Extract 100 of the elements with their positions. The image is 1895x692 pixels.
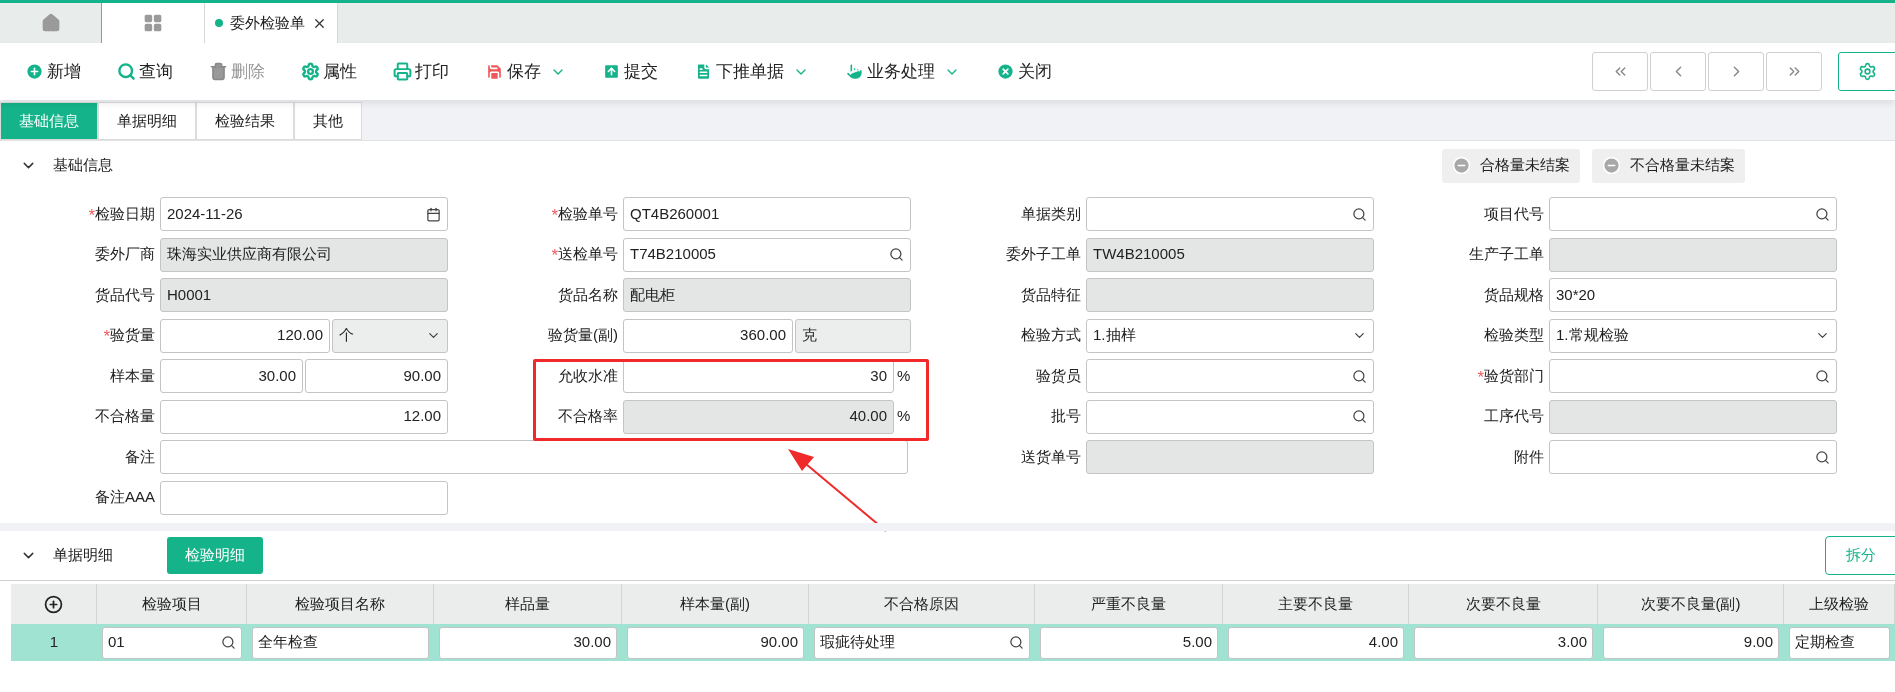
toolbar-button[interactable]: 新增 <box>25 58 81 85</box>
status-button[interactable]: 合格量未结案 <box>1442 148 1580 183</box>
field-label: 货品规格 <box>1484 284 1544 305</box>
input-field[interactable] <box>1086 399 1374 434</box>
first-page-button[interactable] <box>1592 52 1648 91</box>
input-field[interactable] <box>1086 359 1374 393</box>
hand-pointer-icon <box>845 62 864 81</box>
cell-input[interactable]: 定期检查 <box>1789 626 1890 659</box>
cell-input[interactable]: 9.00 <box>1603 626 1779 659</box>
input-field[interactable] <box>1086 440 1374 474</box>
input-field[interactable]: QT4B260001 <box>623 197 911 231</box>
input-field[interactable] <box>1549 237 1837 272</box>
required-mark: * <box>551 206 558 224</box>
cell-input[interactable]: 4.00 <box>1228 626 1404 659</box>
toolbar-button[interactable]: 属性 <box>301 58 357 85</box>
search-icon <box>889 247 904 262</box>
settings-icon <box>1857 62 1877 81</box>
input-field[interactable]: 360.00 <box>623 318 793 353</box>
field-label: 货品名称 <box>558 284 618 305</box>
status-button[interactable]: 不合格量未结案 <box>1592 148 1745 183</box>
input-field[interactable]: 30.00 <box>160 359 303 393</box>
cell-input[interactable]: 90.00 <box>627 626 804 659</box>
section-title: 单据明细 <box>53 545 113 566</box>
input-field[interactable] <box>1086 278 1374 312</box>
toolbar-button[interactable]: 提交 <box>602 58 658 85</box>
select-field[interactable]: 1.常规检验 <box>1549 318 1837 353</box>
printer-icon <box>393 62 412 81</box>
settings-icon <box>301 62 320 81</box>
field-label: 检验类型 <box>1484 325 1544 346</box>
input-field[interactable]: 配电柜 <box>623 278 911 312</box>
document-icon <box>694 62 713 81</box>
cell-input[interactable]: 全年检查 <box>252 626 429 659</box>
cell-input[interactable]: 瑕疵待处理 <box>814 626 1030 659</box>
field-label: 验货部门 <box>1484 365 1544 386</box>
field-label: 货品特征 <box>1021 284 1081 305</box>
input-field[interactable]: TW4B210005 <box>1086 237 1374 272</box>
input-field[interactable]: 12.00 <box>160 399 448 434</box>
input-field[interactable] <box>160 440 908 474</box>
input-field[interactable]: 120.00 <box>160 318 330 353</box>
calendar-icon <box>426 206 441 222</box>
section-tab[interactable]: 其他 <box>294 102 362 140</box>
table-row[interactable]: 1 01 全年检查 30.00 90.00 瑕疵待处理 5.00 4.00 3.00 9.00 定期检查 <box>11 624 1895 661</box>
last-page-button[interactable] <box>1766 52 1822 91</box>
document-tab[interactable]: 委外检验单 <box>204 3 338 43</box>
field-label: 附件 <box>1514 446 1544 467</box>
search-icon <box>1009 635 1024 650</box>
input-field[interactable] <box>160 480 448 515</box>
section-tab[interactable]: 检验结果 <box>196 102 294 140</box>
search-icon <box>1815 449 1830 465</box>
add-row-icon[interactable] <box>44 594 63 614</box>
field-label: 验货量(副) <box>548 325 618 346</box>
input-field[interactable]: 珠海实业供应商有限公司 <box>160 237 448 272</box>
minus-circle-icon <box>1602 156 1621 175</box>
search-icon <box>1352 206 1367 222</box>
cell-input[interactable]: 3.00 <box>1414 626 1593 659</box>
toolbar-button[interactable]: 下推单据 <box>694 58 809 85</box>
input-field[interactable] <box>1549 440 1837 474</box>
input-field[interactable] <box>1086 197 1374 231</box>
row-number: 1 <box>48 632 60 653</box>
toolbar-button[interactable]: 查询 <box>117 58 173 85</box>
toolbar-button[interactable]: 保存 <box>485 58 566 85</box>
select-field[interactable]: 1.抽样 <box>1086 318 1374 353</box>
toolbar-button[interactable]: 打印 <box>393 58 449 85</box>
cell-input[interactable]: 30.00 <box>439 626 617 659</box>
input-field[interactable]: T74B210005 <box>623 237 911 272</box>
field-label: 送检单号 <box>558 244 618 265</box>
input-field[interactable] <box>1549 399 1837 434</box>
tab-label: 委外检验单 <box>230 12 305 33</box>
cell-input[interactable]: 01 <box>102 626 242 659</box>
section-tab[interactable]: 单据明细 <box>98 102 196 140</box>
input-field[interactable] <box>1549 197 1837 231</box>
search-icon <box>221 635 236 650</box>
minus-circle-icon <box>1452 156 1471 175</box>
date-field[interactable]: 2024-11-26 <box>160 197 448 231</box>
input-field[interactable]: 90.00 <box>305 359 448 393</box>
input-field[interactable]: 30*20 <box>1549 278 1837 312</box>
field-label: 检验单号 <box>558 203 618 224</box>
cell-input[interactable]: 5.00 <box>1040 626 1218 659</box>
input-field[interactable]: H0001 <box>160 278 448 312</box>
field-label: 不合格量 <box>95 406 155 427</box>
field-label: 项目代号 <box>1484 203 1544 224</box>
field-label: 验货量 <box>110 325 155 346</box>
field-label: 备注AAA <box>95 487 155 508</box>
settings-button[interactable] <box>1838 52 1895 91</box>
previous-button[interactable] <box>1650 52 1706 91</box>
apps-tab[interactable] <box>102 3 204 43</box>
field-label: 单据类别 <box>1021 203 1081 224</box>
next-button[interactable] <box>1708 52 1764 91</box>
search-icon <box>1815 368 1830 384</box>
toolbar-button[interactable]: 业务处理 <box>845 58 960 85</box>
search-icon <box>1815 206 1830 222</box>
section-title: 基础信息 <box>53 155 113 176</box>
unit-select[interactable]: 个 <box>332 318 448 353</box>
input-field[interactable] <box>1549 359 1837 393</box>
field-label: 送货单号 <box>1021 446 1081 467</box>
input-field[interactable]: 40.00 <box>623 399 894 434</box>
toolbar-button[interactable]: 关闭 <box>996 58 1052 85</box>
plus-icon <box>25 62 44 81</box>
required-mark: * <box>103 328 110 345</box>
field-label: 不合格率 <box>558 406 618 427</box>
